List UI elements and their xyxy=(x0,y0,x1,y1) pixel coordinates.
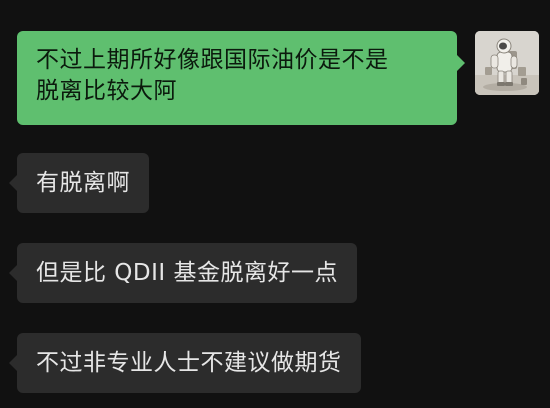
message-text-line-2: 脱离比较大阿 xyxy=(36,78,177,104)
bubble-tail xyxy=(457,55,465,71)
message-text-line-1: 不过上期所好像跟国际油价是不是 xyxy=(36,47,389,73)
user-avatar[interactable] xyxy=(475,31,539,95)
bubble-tail xyxy=(9,175,17,191)
message-text: 不过非专业人士不建议做期货 xyxy=(36,349,342,376)
message-bubble-received[interactable]: 有脱离啊 xyxy=(9,153,149,213)
message-text: 有脱离啊 xyxy=(36,169,130,196)
message-bubble-received[interactable]: 不过非专业人士不建议做期货 xyxy=(9,333,361,393)
message-bubble-received[interactable]: 但是比 QDII 基金脱离好一点 xyxy=(9,243,358,303)
chat-screen: 不过上期所好像跟国际油价是不是 脱离比较大阿 有脱离啊 但是比 QDII 基金脱… xyxy=(0,0,550,408)
bubble-tail xyxy=(9,265,17,281)
message-bubble-sent[interactable]: 不过上期所好像跟国际油价是不是 脱离比较大阿 xyxy=(17,31,465,125)
message-text: 但是比 QDII 基金脱离好一点 xyxy=(36,259,339,286)
bubble-tail xyxy=(9,355,17,371)
astronaut-avatar-icon xyxy=(475,31,539,95)
